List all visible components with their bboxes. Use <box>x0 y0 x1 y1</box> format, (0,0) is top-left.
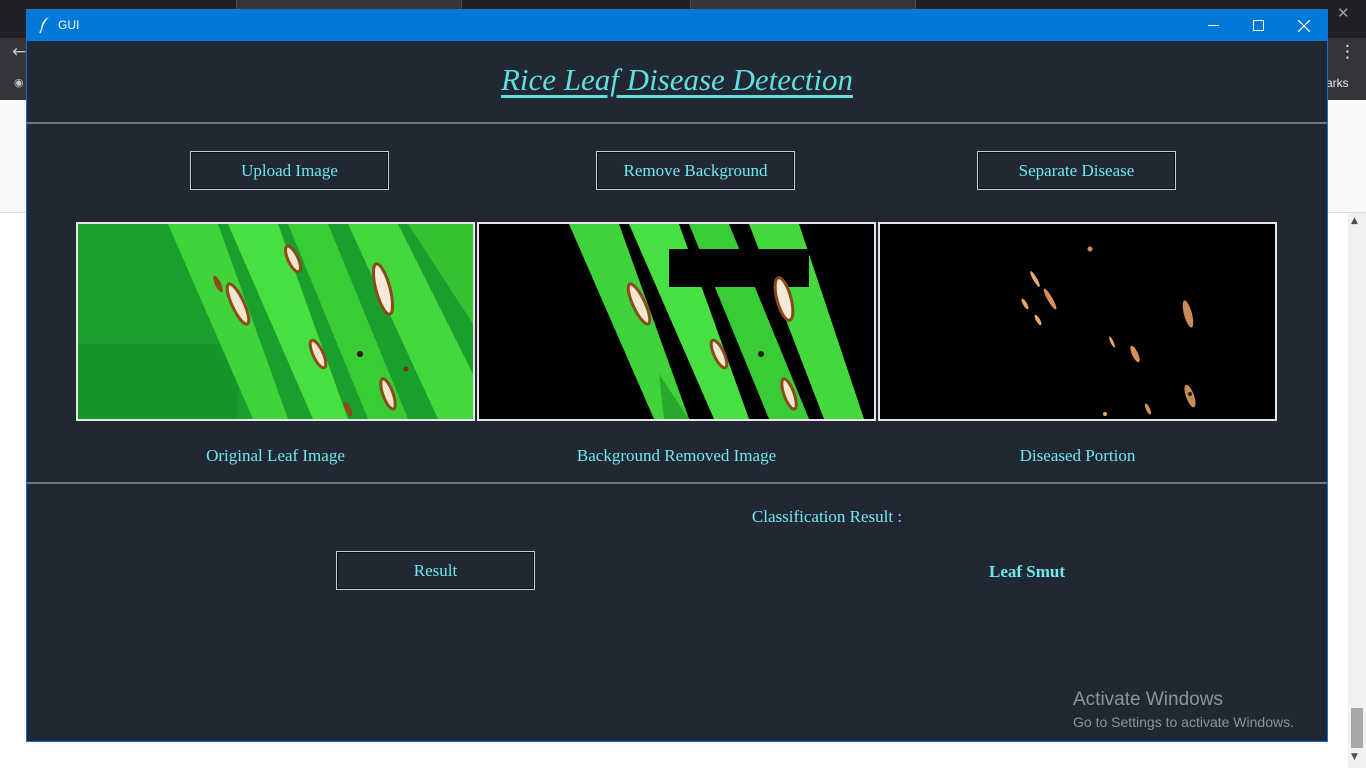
feather-icon <box>38 16 52 34</box>
maximize-button[interactable] <box>1235 10 1281 41</box>
title-bar[interactable]: GUI <box>27 10 1327 41</box>
divider <box>27 122 1327 124</box>
background-removed-caption: Background Removed Image <box>576 446 777 465</box>
classification-result-value: Leaf Smut <box>988 562 1066 581</box>
bookmarks-label[interactable]: arks <box>1326 76 1349 90</box>
result-button[interactable]: Result <box>336 551 535 590</box>
scrollbar-thumb[interactable] <box>1351 708 1363 748</box>
close-button[interactable] <box>1281 10 1327 41</box>
bookmark-app-icon[interactable]: ◉ <box>14 76 24 89</box>
browser-close-icon[interactable]: ✕ <box>1337 4 1350 22</box>
divider <box>27 482 1327 484</box>
app-window: GUI Rice Leaf Disease Detection Upload I… <box>26 9 1328 742</box>
window-title: GUI <box>58 18 80 32</box>
diseased-portion-image <box>878 222 1277 421</box>
scroll-down-icon[interactable]: ▼ <box>1351 752 1358 762</box>
close-icon <box>1298 19 1310 32</box>
watermark-title: Activate Windows <box>1073 689 1223 710</box>
classification-result-label: Classification Result : <box>751 507 903 526</box>
watermark-subtitle: Go to Settings to activate Windows. <box>1073 714 1294 730</box>
maximize-icon <box>1252 20 1264 31</box>
minimize-button[interactable] <box>1190 10 1236 41</box>
original-leaf-image <box>76 222 475 421</box>
remove-background-button[interactable]: Remove Background <box>596 151 795 190</box>
diseased-portion-caption: Diseased Portion <box>1019 446 1136 465</box>
upload-image-button[interactable]: Upload Image <box>190 151 389 190</box>
background-removed-image <box>477 222 876 421</box>
separate-disease-button[interactable]: Separate Disease <box>977 151 1176 190</box>
back-arrow-icon[interactable]: ← <box>12 42 26 62</box>
app-heading: Rice Leaf Disease Detection <box>500 62 854 97</box>
original-leaf-caption: Original Leaf Image <box>206 446 345 465</box>
activation-watermark: Activate Windows Go to Settings to activ… <box>1073 689 1294 730</box>
more-menu-icon[interactable]: ⋮ <box>1339 42 1356 62</box>
scrollbar[interactable] <box>1348 213 1366 768</box>
scroll-up-icon[interactable]: ▲ <box>1351 216 1358 226</box>
minimize-icon <box>1207 25 1219 26</box>
